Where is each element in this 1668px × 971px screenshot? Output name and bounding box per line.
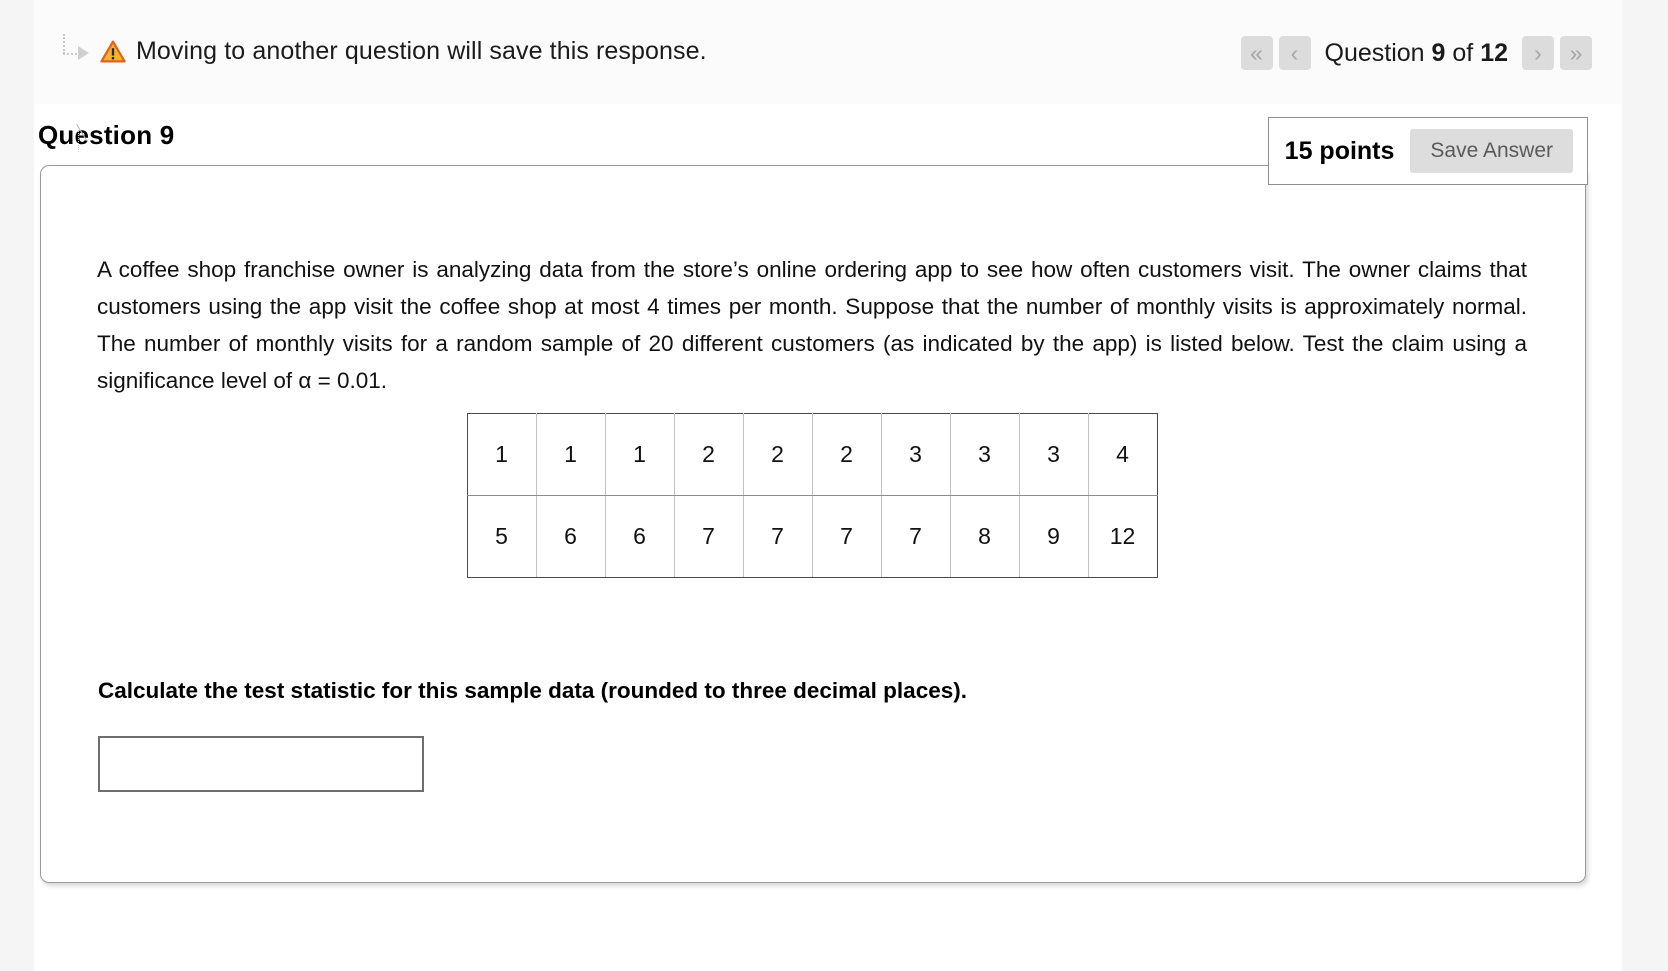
last-question-button[interactable]: » [1560, 36, 1592, 70]
table-cell: 8 [949, 495, 1020, 578]
table-cell: 9 [1018, 495, 1089, 578]
sample-data-table: 1 1 1 2 2 2 3 3 3 4 5 6 6 7 7 7 7 8 9 12 [466, 413, 1158, 578]
points-label: 15 points [1284, 136, 1395, 165]
table-cell: 4 [1087, 413, 1158, 496]
sample-data-table-body: 1 1 1 2 2 2 3 3 3 4 5 6 6 7 7 7 7 8 9 12 [466, 413, 1158, 578]
table-cell: 2 [811, 413, 882, 496]
warning-triangle-icon [100, 40, 126, 63]
table-cell: 3 [949, 413, 1020, 496]
points-and-save-panel: 15 points Save Answer [1267, 117, 1588, 185]
sample-data-table-wrapper: 1 1 1 2 2 2 3 3 3 4 5 6 6 7 7 7 7 8 9 12 [97, 413, 1527, 578]
page-gutter-left [0, 0, 34, 971]
first-question-button[interactable]: « [1240, 36, 1273, 70]
table-cell: 3 [880, 413, 951, 496]
table-cell: 6 [535, 495, 606, 578]
question-prompt: Calculate the test statistic for this sa… [98, 678, 967, 703]
table-cell: 5 [466, 495, 537, 578]
turn-right-arrow-icon [60, 34, 90, 68]
table-row: 1112223334 [466, 413, 1158, 496]
save-answer-button[interactable]: Save Answer [1410, 129, 1573, 173]
table-cell: 6 [604, 495, 675, 578]
page-gutter-right [1622, 0, 1668, 971]
save-notice-text: Moving to another question will save thi… [136, 36, 707, 65]
table-cell: 7 [673, 495, 744, 578]
question-counter-of: of [1452, 38, 1474, 67]
answer-input[interactable] [98, 736, 424, 792]
question-counter: Question 9 of 12 [1317, 39, 1517, 68]
next-question-button[interactable]: › [1522, 36, 1554, 70]
table-cell: 12 [1087, 495, 1158, 578]
question-counter-total: 12 [1480, 38, 1508, 67]
question-counter-prefix: Question [1324, 38, 1425, 67]
table-cell: 2 [742, 413, 813, 496]
table-cell: 1 [466, 413, 537, 496]
previous-question-button[interactable]: ‹ [1278, 36, 1311, 70]
table-cell: 1 [535, 413, 606, 496]
question-body: A coffee shop franchise owner is analyzi… [97, 251, 1527, 792]
question-statement: A coffee shop franchise owner is analyzi… [97, 257, 1527, 393]
page-container: Moving to another question will save thi… [34, 0, 1622, 971]
table-cell: 1 [604, 413, 675, 496]
table-row: 5 6 6 7 7 7 7 8 9 12 [466, 495, 1158, 578]
save-notice-banner: Moving to another question will save thi… [34, 0, 1622, 105]
question-title: Question 9 [38, 120, 175, 150]
table-cell: 2 [673, 413, 744, 496]
table-cell: 7 [811, 495, 882, 578]
question-card: A coffee shop franchise owner is analyzi… [40, 165, 1586, 883]
table-cell: 3 [1018, 413, 1089, 496]
question-navigation: « ‹ Question 9 of 12 › » [1240, 36, 1592, 70]
table-cell: 7 [742, 495, 813, 578]
table-cell: 7 [880, 495, 951, 578]
save-notice-message-group: Moving to another question will save thi… [60, 34, 707, 68]
question-counter-current: 9 [1431, 38, 1446, 67]
